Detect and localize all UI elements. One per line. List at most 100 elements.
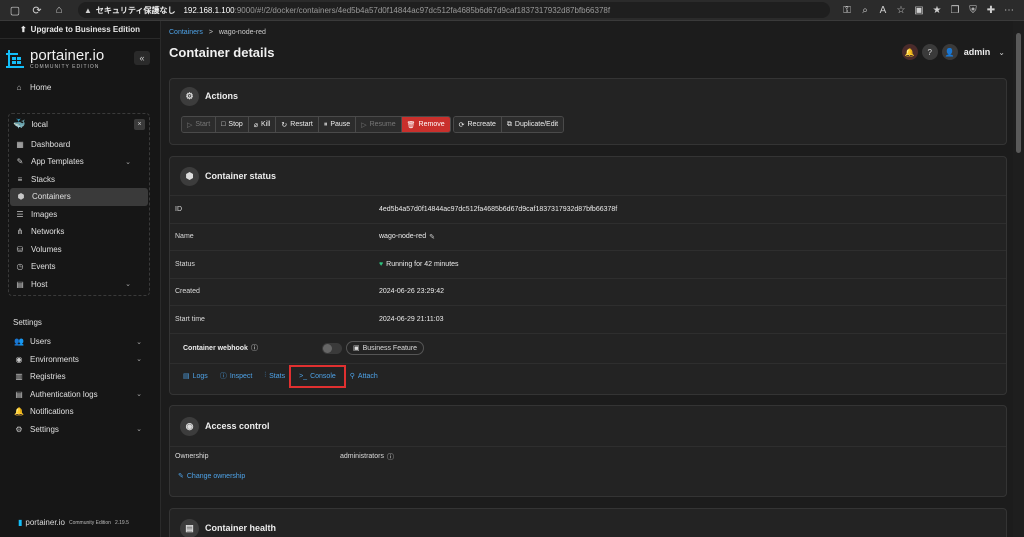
row-label: ID [175,205,182,213]
refresh-icon: ⟳ [458,121,465,129]
network-icon: ⋔ [16,227,24,237]
card-title: Access control [205,421,270,431]
table-row: Name wago-node-red ✎ [170,222,1006,251]
scrollbar-thumb[interactable] [1016,33,1021,153]
sidebar-item-authentication-logs[interactable]: ▤ Authentication logs ⌄ [0,386,160,404]
webhook-toggle[interactable] [321,342,342,354]
link-label: Console [310,372,336,380]
key-icon[interactable]: ⚿ [838,5,856,16]
tab-icon[interactable]: ▢ [6,2,24,18]
stats-link[interactable]: ⫶ Stats [264,372,285,380]
zoom-icon[interactable]: ⌕ [856,5,874,16]
sidebar-item-events[interactable]: ◷ Events [9,258,149,276]
row-label: Ownership [175,453,209,460]
row-label: Name [175,233,194,241]
sidebar-item-volumes[interactable]: ⛁ Volumes [9,241,149,259]
sidebar-item-environments[interactable]: ◉ Environments ⌄ [0,351,160,369]
change-ownership-link[interactable]: ✎ Change ownership [170,466,1006,486]
sidebar-item-notifications[interactable]: 🔔 Notifications [0,403,160,421]
sidebar-item-networks[interactable]: ⋔ Networks [9,223,149,241]
trash-icon: 🗑 [406,121,416,129]
breadcrumb-containers-link[interactable]: Containers [169,29,203,36]
sidebar-item-containers[interactable]: ⬢ Containers [10,188,148,206]
link-label: Stats [269,372,286,380]
inspect-link[interactable]: ⓘ Inspect [220,371,253,381]
sidebar-item-label: Images [31,209,58,219]
container-webhook-row: Container webhook ⓘ ▣ Business Feature [170,332,1006,363]
business-feature-badge: ▣ Business Feature [345,341,425,355]
address-bar[interactable]: ▲ セキュリティ保護なし 192.168.1.100 :9000/#!/2/do… [78,2,830,18]
help-icon[interactable]: ? [921,44,938,60]
paperclip-icon: ⚲ [349,373,355,380]
link-label: Inspect [229,372,253,380]
edit-icon: ✎ [16,157,24,167]
sidebar-item-registries[interactable]: ▥ Registries [0,368,160,386]
more-icon[interactable]: ⋯ [1000,5,1018,16]
copy-icon: ⧉ [506,120,512,128]
dashboard-icon: ▦ [16,139,24,149]
container-id: 4ed5b4a57d0f14844ac97dc512fa4685b6d67d9c… [379,205,618,213]
kill-button[interactable]: ⌀ Kill [248,117,277,132]
remove-button[interactable]: 🗑 Remove [401,117,450,132]
upgrade-button[interactable]: ⬆ Upgrade to Business Edition [0,21,160,39]
restart-icon: ↻ [281,121,288,129]
split-screen-icon[interactable]: ▣ [910,5,928,16]
upgrade-label: Upgrade to Business Edition [30,25,141,34]
terminal-icon: >_ [299,372,308,380]
favorite-icon[interactable]: ☆ [892,5,910,16]
restart-button[interactable]: ↻ Restart [276,117,319,132]
webhook-label: Container webhook [183,344,248,352]
portainer-logo-icon [6,50,24,68]
attach-link[interactable]: ⚲ Attach [349,372,378,381]
stop-button[interactable]: □ Stop [216,117,249,132]
close-icon[interactable]: × [134,118,145,130]
gear-icon: ⚙ [180,86,199,106]
sidebar-item-stacks[interactable]: ≡ Stacks [9,171,149,189]
badge-label: Business Feature [362,345,418,352]
sidebar-item-label: Stacks [31,174,56,184]
favorites-icon[interactable]: ★ [928,5,946,16]
extensions-icon[interactable]: ✚ [982,5,1000,16]
sidebar-item-users[interactable]: 👥 Users ⌄ [0,333,160,351]
console-link[interactable]: >_ Console [289,364,346,388]
sidebar-item-dashboard[interactable]: ▦ Dashboard [9,136,149,154]
collapse-sidebar-button[interactable]: « [134,51,150,65]
page-scrollbar[interactable] [1013,21,1024,537]
pause-button[interactable]: ⏸ Pause [318,117,357,132]
chevron-down-icon[interactable]: ⌄ [998,48,1005,57]
row-label: Start time [175,315,205,323]
created-time: 2024-06-26 23:29:42 [379,288,444,296]
resume-button[interactable]: ▷ Resume [356,117,402,132]
sidebar-item-images[interactable]: ☰ Images [9,206,149,224]
avatar[interactable]: 👤 [941,44,958,60]
sidebar-item-app-templates[interactable]: ✎ App Templates ⌄ [9,153,149,171]
username[interactable]: admin [964,47,991,57]
sidebar-item-home[interactable]: ⌂ Home [0,79,160,97]
log-icon: ▤ [15,389,23,399]
table-row: Start time 2024-06-29 21:11:03 [170,305,1006,333]
sidebar-item-label: Host [31,279,48,289]
table-row: Ownership administrators ⓘ [170,446,1006,466]
read-aloud-icon[interactable]: A [874,5,892,16]
sidebar-item-host[interactable]: ▤ Host ⌄ [9,276,149,294]
refresh-icon[interactable]: ⟳ [28,2,46,18]
sidebar: ⬆ Upgrade to Business Edition portainer.… [0,21,161,537]
access-control-card: ◉ Access control Ownership administrator… [169,405,1007,497]
start-button[interactable]: ▷ Start [182,117,217,132]
notification-bell-icon[interactable]: 🔔 [901,44,918,60]
card-title: Container health [205,523,277,533]
recreate-button[interactable]: ⟳ Recreate [453,117,502,132]
edit-icon[interactable]: ✎ [429,233,435,241]
browser-toolbar: ▢ ⟳ ⌂ ▲ セキュリティ保護なし 192.168.1.100 :9000/#… [0,0,1024,21]
logo-subtitle: COMMUNITY EDITION [30,64,100,70]
collections-icon[interactable]: ❐ [946,5,964,16]
button-label: Recreate [467,121,496,128]
duplicate-edit-button[interactable]: ⧉ Duplicate/Edit [501,117,564,132]
shield-icon[interactable]: ⛨ [964,5,982,16]
sidebar-item-settings[interactable]: ⚙ Settings ⌄ [0,421,160,439]
home-icon[interactable]: ⌂ [50,2,68,18]
logs-link[interactable]: ▤ Logs [183,372,208,381]
list-icon: ☰ [16,209,24,219]
logo[interactable]: portainer.io COMMUNITY EDITION « [0,39,160,79]
sidebar-item-label: Environments [30,354,79,364]
